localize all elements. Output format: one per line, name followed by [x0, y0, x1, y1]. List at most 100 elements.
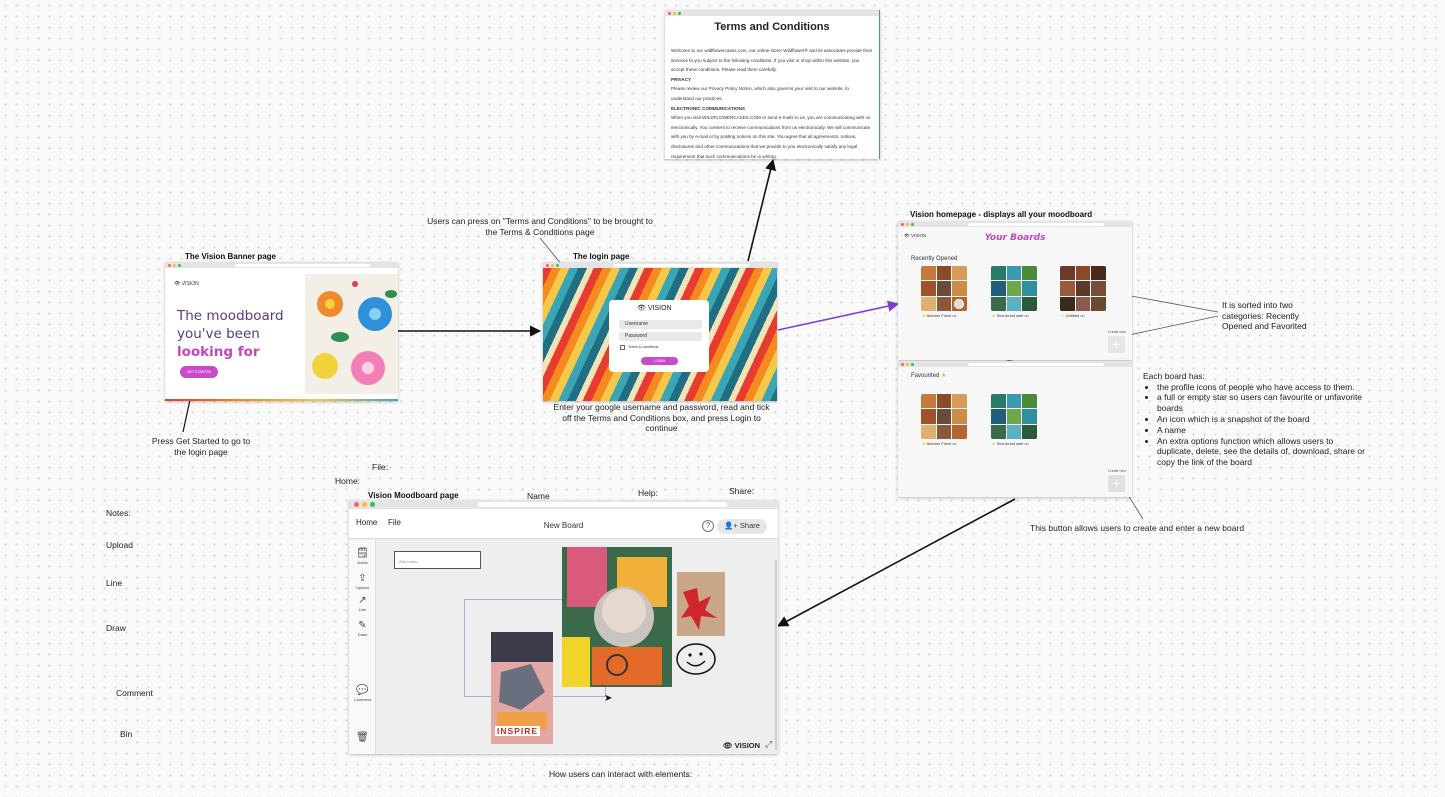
- list-item: the profile icons of people who have acc…: [1157, 382, 1371, 393]
- board-caption: ☆ Untitled •••: [1061, 313, 1085, 318]
- leaf-green: [385, 290, 397, 298]
- home-page-title: Vision homepage - displays all your mood…: [910, 210, 1093, 219]
- line-icon: ↗: [358, 595, 367, 606]
- board-card[interactable]: ★ Sea forest web •••: [991, 266, 1039, 320]
- share-button[interactable]: 👤+ Share: [717, 519, 767, 534]
- collage-main-image[interactable]: [562, 547, 672, 687]
- terms-body: Welcome to our wildflowercases.com, our …: [665, 46, 879, 159]
- list-item: A name: [1157, 425, 1371, 436]
- username-field[interactable]: Username: [619, 320, 702, 329]
- star-filled-icon[interactable]: ★: [992, 441, 996, 446]
- flower-blue: [358, 297, 392, 331]
- terms-link[interactable]: Terms & conditions: [628, 345, 658, 349]
- brand-logo: 👁 VISION: [637, 305, 672, 312]
- board-card[interactable]: ★ Sea forest web •••: [991, 394, 1039, 448]
- moodboard-page-title: Vision Moodboard page: [368, 491, 459, 500]
- star-empty-icon[interactable]: ☆: [1061, 313, 1065, 318]
- eye-icon: 👁: [637, 305, 646, 312]
- create-new-label: Create new: [1108, 469, 1126, 473]
- board-name: Sea forest web: [996, 441, 1024, 446]
- list-item: a full or empty star so users can favour…: [1157, 392, 1371, 414]
- flower-pink: [351, 351, 385, 385]
- favourited-label: Favourited ★: [911, 373, 947, 379]
- login-page-title: The login page: [573, 252, 630, 261]
- banner-page-title: The Vision Banner page: [185, 252, 276, 261]
- sticky-note[interactable]: Add notes...: [394, 551, 481, 569]
- board-card[interactable]: ★ Autumn Finch •••: [921, 394, 969, 448]
- board-card[interactable]: ☆ Untitled •••: [1060, 266, 1108, 320]
- star-filled-icon: ★: [941, 373, 947, 379]
- moodboard-topbar: Home File New Board ? 👤+ Share: [349, 509, 778, 539]
- each-board-note: Each board has: the profile icons of peo…: [1143, 371, 1371, 468]
- browser-chrome: [898, 221, 1132, 227]
- terms-checkbox[interactable]: [620, 345, 625, 350]
- collage-image-car[interactable]: [677, 572, 725, 636]
- list-item: An extra options function which allows u…: [1157, 436, 1371, 468]
- password-field[interactable]: Password: [619, 332, 702, 341]
- draw-note: Draw: [106, 623, 126, 633]
- line-tool[interactable]: ↗ Line: [349, 595, 376, 612]
- board-caption: ★ Autumn Finch •••: [922, 313, 957, 318]
- arrow-home-to-moodboard: [777, 498, 1016, 627]
- upload-note: Upload: [106, 540, 133, 550]
- brand-logo: 👁 VISION: [174, 281, 199, 287]
- avatar: [954, 299, 964, 309]
- recently-opened-label: Recently Opened: [911, 256, 958, 262]
- bin-tool[interactable]: 🗑: [349, 732, 376, 744]
- board-name: Autumn Finch: [926, 313, 952, 318]
- banner-page-frame: 👁 VISION The moodboard you've been looki…: [165, 262, 398, 401]
- home-note: Home:: [335, 476, 361, 486]
- get-started-note: Press Get Started to go to the login pag…: [151, 436, 251, 457]
- more-options-icon[interactable]: •••: [952, 441, 956, 446]
- more-options-icon[interactable]: •••: [1080, 313, 1084, 318]
- arrow-login-to-terms: [747, 158, 777, 262]
- more-options-icon[interactable]: •••: [1025, 441, 1029, 446]
- comment-tool[interactable]: 💬 Comment: [349, 685, 376, 702]
- board-thumbnail[interactable]: [991, 394, 1037, 439]
- help-note: Help:: [638, 488, 658, 498]
- board-thumbnail[interactable]: [991, 266, 1037, 311]
- create-new-button[interactable]: +: [1108, 475, 1125, 492]
- banner-bottom-stripe: [165, 399, 398, 401]
- terms-note: Users can press on "Terms and Conditions…: [427, 216, 653, 237]
- line-note: Line: [106, 578, 123, 588]
- notes-tool[interactable]: 🗒 Notes: [349, 548, 376, 565]
- file-note: File:: [372, 462, 389, 472]
- create-new-button[interactable]: +: [1108, 336, 1125, 353]
- board-card[interactable]: ★ Autumn Finch •••: [921, 266, 969, 320]
- brand-logo: 👁 VISION: [723, 741, 761, 750]
- login-note: Enter your google username and password,…: [553, 402, 770, 434]
- trash-icon: 🗑: [356, 732, 369, 743]
- eye-icon: 👁: [723, 741, 733, 750]
- pin-dot: [352, 281, 358, 287]
- terms-section-heading: ELECTRONIC COMMUNICATIONS: [671, 105, 745, 111]
- each-board-list: the profile icons of people who have acc…: [1143, 382, 1371, 468]
- draw-tool[interactable]: ✎ Draw: [349, 620, 376, 637]
- note-icon: 🗒: [356, 548, 369, 559]
- home-heading: Your Boards: [984, 233, 1046, 243]
- board-thumbnail[interactable]: [921, 394, 967, 439]
- get-started-button[interactable]: GET STARTED: [180, 366, 218, 378]
- star-filled-icon[interactable]: ★: [992, 313, 996, 318]
- browser-chrome: [898, 361, 1132, 367]
- scrollbar[interactable]: [775, 560, 777, 750]
- terms-page-frame: Terms and Conditions Welcome to our wild…: [665, 10, 880, 159]
- list-item: An icon which is a snapshot of the board: [1157, 414, 1371, 425]
- board-thumbnail[interactable]: [1060, 266, 1106, 311]
- pencil-icon: ✎: [358, 620, 367, 631]
- login-button[interactable]: LOGIN: [641, 357, 678, 365]
- board-name: Sea forest web: [996, 313, 1024, 318]
- expand-icon[interactable]: ⤢: [765, 739, 772, 750]
- banner-headline: The moodboard you've been looking for: [177, 308, 284, 360]
- more-options-icon[interactable]: •••: [1025, 313, 1029, 318]
- flower-illustration: [305, 274, 398, 394]
- moodboard-page-frame: Home File New Board ? 👤+ Share 🗒 Notes ⇪…: [349, 500, 778, 754]
- home-page-frame: 👁 VISION Your Boards Recently Opened ★ A…: [898, 221, 1132, 360]
- upload-tool[interactable]: ⇪ Upload: [349, 573, 376, 590]
- help-icon[interactable]: ?: [702, 520, 714, 532]
- smiley-drawing[interactable]: [674, 640, 718, 678]
- upload-icon: ⇪: [358, 573, 367, 584]
- more-options-icon[interactable]: •••: [952, 313, 956, 318]
- board-name: Autumn Finch: [926, 441, 952, 446]
- comment-note: Comment: [116, 688, 153, 698]
